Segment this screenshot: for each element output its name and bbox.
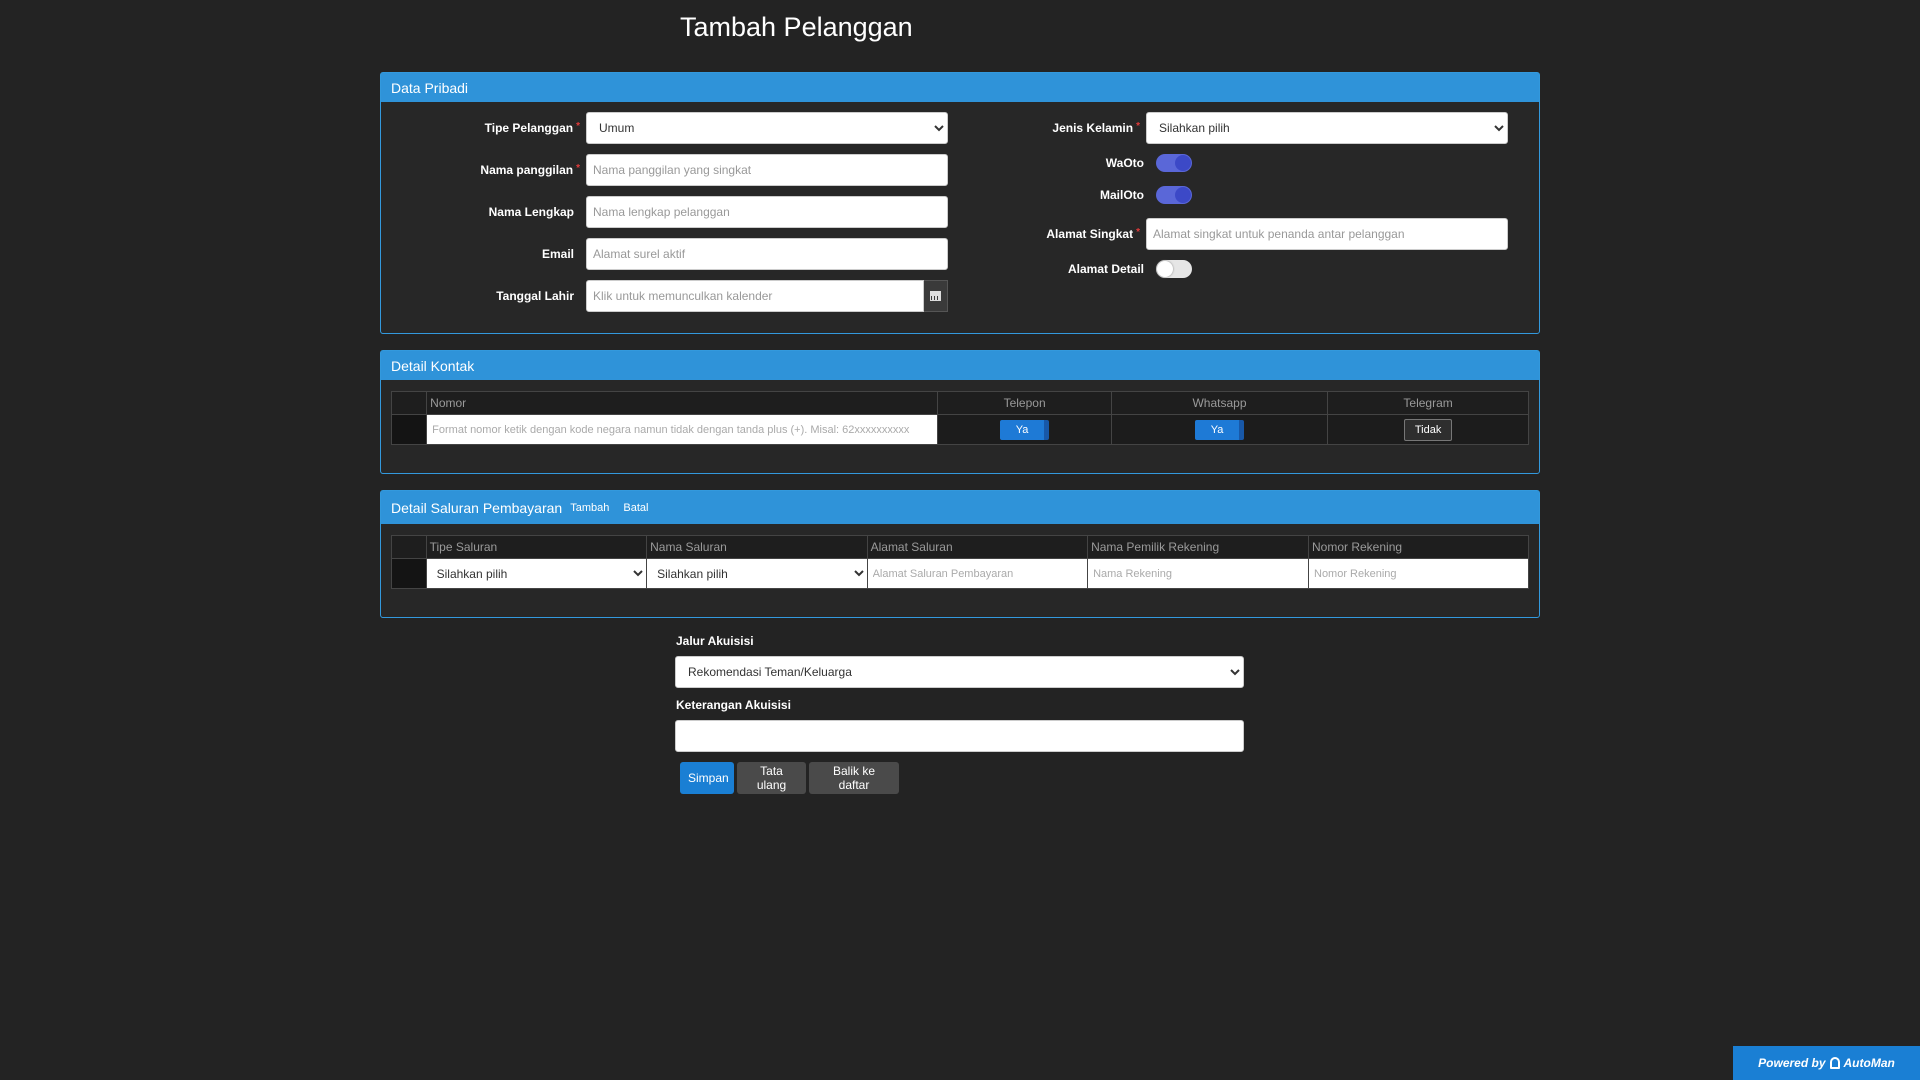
kontak-table: Nomor Telepon Whatsapp Telegram Ya Ya Ti… [390, 391, 1529, 445]
nama-lengkap-input[interactable] [586, 196, 948, 228]
simpan-button[interactable]: Simpan [680, 762, 734, 794]
whatsapp-toggle[interactable]: Ya [1194, 419, 1245, 440]
column-header: Nama Saluran [646, 535, 868, 559]
alamat-detail-label: Alamat Detail [1067, 262, 1144, 276]
table-row: Silahkan pilih Silahkan pilih [391, 558, 1529, 589]
column-header: Telegram [1327, 391, 1529, 415]
nama-lengkap-row: Nama Lengkap [430, 196, 948, 228]
alamat-singkat-row: Alamat Singkat * [990, 218, 1508, 250]
tanggal-lahir-label: Tanggal Lahir [496, 289, 574, 303]
alamat-detail-row: Alamat Detail [990, 260, 1192, 278]
nama-panggilan-input[interactable] [586, 154, 948, 186]
email-input[interactable] [586, 238, 948, 270]
tanggal-lahir-row: Tanggal Lahir [430, 280, 948, 312]
powered-by-badge[interactable]: Powered by AutoMan [1733, 1046, 1920, 1080]
nama-panggilan-row: Nama panggilan * [430, 154, 948, 186]
nomor-input[interactable] [427, 415, 938, 444]
calendar-button[interactable] [924, 280, 948, 312]
email-row: Email [430, 238, 948, 270]
alamat-singkat-label: Alamat Singkat * [1046, 227, 1140, 241]
waoto-label: WaOto [1105, 156, 1144, 170]
waoto-row: WaOto [990, 154, 1192, 172]
saluran-table: Tipe Saluran Nama Saluran Alamat Saluran… [391, 535, 1529, 589]
jenis-kelamin-label: Jenis Kelamin * [1052, 121, 1140, 135]
row-handle[interactable] [391, 558, 427, 589]
jenis-kelamin-select[interactable]: Silahkan pilih [1146, 112, 1508, 144]
column-header: Nama Pemilik Rekening [1087, 535, 1309, 559]
brand-name: AutoMan [1843, 1056, 1895, 1070]
keterangan-akuisisi-label: Keterangan Akuisisi [676, 698, 791, 712]
row-handle[interactable] [390, 414, 428, 445]
panel-title: Data Pribadi [391, 79, 469, 96]
panel-title: Detail Saluran Pembayaran [391, 499, 563, 516]
panel-header: Data Pribadi [381, 73, 1539, 102]
mailoto-label: MailOto [1100, 188, 1144, 202]
email-label: Email [541, 247, 574, 261]
page-title: Tambah Pelanggan [680, 12, 913, 42]
tambah-link[interactable]: Tambah [570, 502, 609, 514]
balik-ke-daftar-button[interactable]: Balik ke daftar [809, 762, 899, 794]
jalur-akuisisi-label: Jalur Akuisisi [676, 634, 754, 648]
nama-saluran-select[interactable]: Silahkan pilih [647, 559, 867, 588]
tipe-pelanggan-row: Tipe Pelanggan * Umum [430, 112, 948, 144]
nama-lengkap-label: Nama Lengkap [488, 205, 574, 219]
table-header-row: Tipe Saluran Nama Saluran Alamat Saluran… [391, 535, 1529, 559]
table-row: Ya Ya Tidak [390, 414, 1529, 445]
nama-panggilan-label: Nama panggilan * [480, 163, 580, 177]
panel-header: Detail Saluran Pembayaran Tambah Batal [381, 491, 1539, 524]
telegram-toggle[interactable]: Tidak [1403, 418, 1453, 441]
tipe-saluran-select[interactable]: Silahkan pilih [426, 559, 647, 588]
jalur-akuisisi-select[interactable]: Rekomendasi Teman/Keluarga [675, 656, 1244, 688]
waoto-toggle[interactable] [1156, 154, 1192, 172]
jenis-kelamin-row: Jenis Kelamin * Silahkan pilih [990, 112, 1508, 144]
calendar-icon [930, 291, 941, 301]
mailoto-toggle[interactable] [1156, 186, 1192, 204]
automan-logo-icon [1829, 1057, 1840, 1069]
tata-ulang-button[interactable]: Tata ulang [737, 762, 806, 794]
row-handle-header [391, 535, 427, 559]
column-header: Whatsapp [1110, 391, 1329, 415]
alamat-detail-toggle[interactable] [1156, 260, 1192, 278]
column-header: Alamat Saluran [866, 535, 1089, 559]
batal-link[interactable]: Batal [623, 502, 648, 514]
nama-rekening-input[interactable] [1088, 559, 1308, 588]
column-header: Nomor [426, 391, 939, 415]
column-header: Tipe Saluran [425, 535, 648, 559]
action-buttons: Simpan Tata ulang Balik ke daftar [680, 762, 899, 794]
tipe-pelanggan-label: Tipe Pelanggan * [484, 121, 580, 135]
panel-title: Detail Kontak [391, 357, 475, 374]
mailoto-row: MailOto [990, 186, 1192, 204]
table-header-row: Nomor Telepon Whatsapp Telegram [390, 391, 1529, 415]
tipe-pelanggan-select[interactable]: Umum [586, 112, 948, 144]
row-handle-header [390, 391, 428, 415]
keterangan-akuisisi-input[interactable] [675, 720, 1244, 752]
panel-header: Detail Kontak [381, 351, 1539, 380]
powered-by-text: Powered by [1758, 1056, 1826, 1070]
column-header: Nomor Rekening [1308, 535, 1529, 559]
nomor-rekening-input[interactable] [1309, 559, 1528, 588]
telepon-toggle[interactable]: Ya [999, 419, 1050, 440]
tanggal-lahir-input[interactable] [586, 280, 924, 312]
alamat-saluran-input[interactable] [867, 559, 1088, 588]
column-header: Telepon [937, 391, 1112, 415]
alamat-singkat-input[interactable] [1146, 218, 1508, 250]
